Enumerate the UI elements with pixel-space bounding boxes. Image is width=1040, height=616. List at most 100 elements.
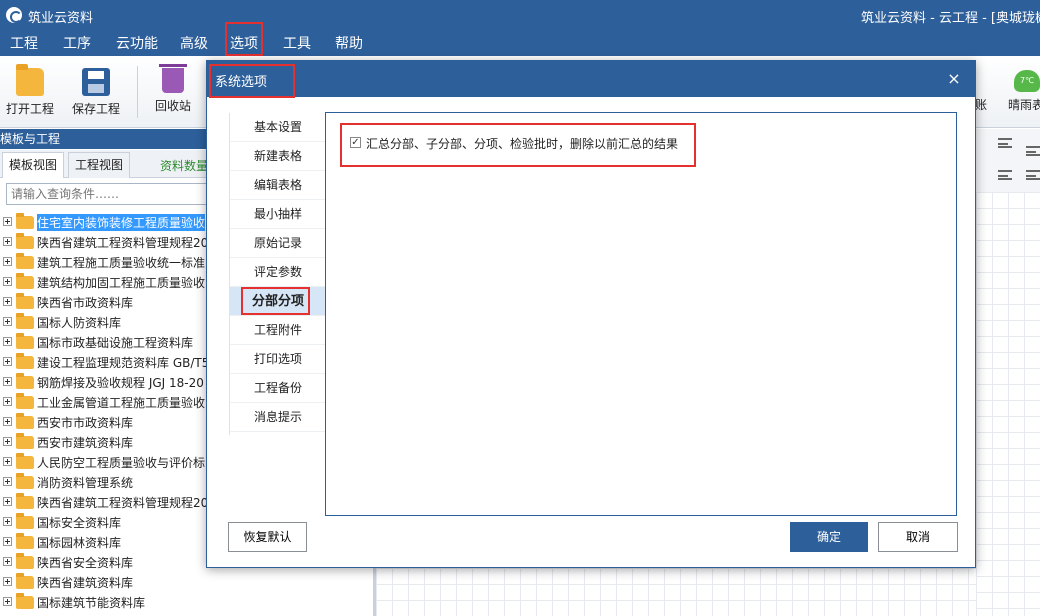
expand-icon[interactable] bbox=[3, 317, 12, 326]
cancel-button[interactable]: 取消 bbox=[878, 522, 958, 552]
folder-icon bbox=[16, 213, 34, 229]
expand-icon[interactable] bbox=[3, 237, 12, 246]
expand-icon[interactable] bbox=[3, 277, 12, 286]
nav-item-min-sampling[interactable]: 最小抽样 bbox=[230, 200, 326, 229]
tree-item-label: 国标安全资料库 bbox=[37, 516, 122, 530]
open-project-button[interactable]: 打开工程 bbox=[0, 64, 60, 117]
save-icon bbox=[82, 68, 110, 96]
nav-item-attachments[interactable]: 工程附件 bbox=[230, 316, 326, 345]
save-project-button[interactable]: 保存工程 bbox=[66, 68, 126, 117]
canvas-grid bbox=[976, 192, 1040, 616]
tree-item-label: 陕西省建筑工程资料管理规程20 bbox=[37, 496, 207, 510]
menu-process[interactable]: 工序 bbox=[63, 33, 91, 53]
tab-project-view[interactable]: 工程视图 bbox=[68, 152, 131, 178]
trash-icon bbox=[159, 64, 187, 93]
menu-tools[interactable]: 工具 bbox=[283, 33, 311, 53]
dialog-header: 系统选项 × bbox=[207, 61, 975, 97]
nav-item-basic-settings[interactable]: 基本设置 bbox=[230, 113, 326, 142]
expand-icon[interactable] bbox=[3, 537, 12, 546]
weather-icon[interactable]: 7℃ bbox=[1014, 70, 1040, 92]
expand-icon[interactable] bbox=[3, 337, 12, 346]
menu-cloud[interactable]: 云功能 bbox=[116, 33, 158, 53]
menu-project[interactable]: 工程 bbox=[10, 33, 38, 53]
folder-icon bbox=[16, 333, 34, 349]
align-center-icon[interactable] bbox=[1026, 170, 1040, 180]
nav-active-highlight bbox=[241, 287, 310, 315]
tree-item-label: 工业金属管道工程施工质量验收 bbox=[37, 396, 206, 410]
recycle-bin-button[interactable]: 回收站 bbox=[143, 64, 203, 114]
folder-icon bbox=[16, 233, 34, 249]
expand-icon[interactable] bbox=[3, 217, 12, 226]
tab-template-view[interactable]: 模板视图 bbox=[2, 152, 65, 178]
folder-icon bbox=[16, 353, 34, 369]
expand-icon[interactable] bbox=[3, 437, 12, 446]
tree-item-label: 住宅室内装饰装修工程质量验收 bbox=[37, 214, 206, 231]
tree-item[interactable]: 陕西省建筑资料库 bbox=[0, 572, 373, 592]
nav-item-new-table[interactable]: 新建表格 bbox=[230, 142, 326, 171]
nav-item-print-options[interactable]: 打印选项 bbox=[230, 345, 326, 374]
expand-icon[interactable] bbox=[3, 417, 12, 426]
title-bar: 筑业云资料 筑业云资料 - 云工程 - [奥城珑樾 bbox=[0, 0, 1040, 30]
toolbar-partial-label[interactable]: 账 bbox=[975, 96, 987, 113]
nav-item-evaluation-params[interactable]: 评定参数 bbox=[230, 258, 326, 287]
tree-item-label: 建筑工程施工质量验收统一标准 bbox=[37, 256, 206, 270]
nav-item-backup[interactable]: 工程备份 bbox=[230, 374, 326, 403]
option-highlight bbox=[340, 123, 696, 167]
options-nav: 基本设置 新建表格 编辑表格 最小抽样 原始记录 评定参数 分部分项 工程附件 … bbox=[229, 113, 326, 435]
save-project-label: 保存工程 bbox=[71, 102, 120, 116]
tree-item-label: 国标人防资料库 bbox=[37, 316, 122, 330]
align-right-icon[interactable] bbox=[1026, 146, 1040, 156]
toolbar-separator bbox=[137, 66, 138, 118]
tree-item[interactable]: 国标建筑节能资料库 bbox=[0, 592, 373, 612]
nav-item-raw-records[interactable]: 原始记录 bbox=[230, 229, 326, 258]
expand-icon[interactable] bbox=[3, 357, 12, 366]
expand-icon[interactable] bbox=[3, 497, 12, 506]
folder-icon bbox=[16, 413, 34, 429]
folder-icon bbox=[16, 513, 34, 529]
expand-icon[interactable] bbox=[3, 517, 12, 526]
folder-icon bbox=[16, 493, 34, 509]
expand-icon[interactable] bbox=[3, 457, 12, 466]
tree-item-label: 国标园林资料库 bbox=[37, 536, 122, 550]
expand-icon[interactable] bbox=[3, 577, 12, 586]
expand-icon[interactable] bbox=[3, 397, 12, 406]
tree-item-label: 人民防空工程质量验收与评价标 bbox=[37, 456, 206, 470]
canvas-grid-bottom bbox=[376, 568, 976, 616]
nav-item-edit-table[interactable]: 编辑表格 bbox=[230, 171, 326, 200]
folder-icon bbox=[16, 573, 34, 589]
tree-item-label: 国标建筑节能资料库 bbox=[37, 596, 146, 610]
tree-item-label: 建筑结构加固工程施工质量验收 bbox=[37, 276, 206, 290]
menu-bar: 工程 工序 云功能 高级 选项 工具 帮助 bbox=[0, 30, 1040, 56]
folder-icon bbox=[16, 533, 34, 549]
dialog-title-highlight bbox=[209, 64, 295, 98]
expand-icon[interactable] bbox=[3, 297, 12, 306]
window-title: 筑业云资料 - 云工程 - [奥城珑樾 bbox=[861, 11, 1040, 26]
app-logo-icon bbox=[6, 7, 22, 23]
menu-advanced[interactable]: 高级 bbox=[180, 33, 208, 53]
tree-item-label: 钢筋焊接及验收规程 JGJ 18-20 bbox=[37, 376, 204, 390]
tree-item-label: 陕西省建筑工程资料管理规程20 bbox=[37, 236, 207, 250]
align-left-icon[interactable] bbox=[998, 138, 1012, 148]
tree-item-label: 消防资料管理系统 bbox=[37, 476, 134, 490]
data-count-label: 资料数量 bbox=[160, 159, 209, 173]
weather-label[interactable]: 晴雨表 bbox=[1008, 96, 1040, 113]
app-title: 筑业云资料 bbox=[28, 11, 94, 26]
ok-button[interactable]: 确定 bbox=[790, 522, 868, 552]
folder-icon bbox=[16, 553, 34, 569]
open-project-label: 打开工程 bbox=[5, 102, 54, 116]
align-justify-icon[interactable] bbox=[998, 170, 1012, 180]
folder-icon bbox=[16, 453, 34, 469]
expand-icon[interactable] bbox=[3, 597, 12, 606]
nav-item-notifications[interactable]: 消息提示 bbox=[230, 403, 326, 432]
expand-icon[interactable] bbox=[3, 477, 12, 486]
expand-icon[interactable] bbox=[3, 377, 12, 386]
expand-icon[interactable] bbox=[3, 257, 12, 266]
menu-help[interactable]: 帮助 bbox=[335, 33, 363, 53]
close-icon[interactable]: × bbox=[944, 69, 964, 89]
tree-item-label: 西安市建筑资料库 bbox=[37, 436, 134, 450]
restore-default-button[interactable]: 恢复默认 bbox=[228, 522, 307, 552]
system-options-dialog: 系统选项 × 基本设置 新建表格 编辑表格 最小抽样 原始记录 评定参数 分部分… bbox=[206, 60, 976, 568]
folder-icon bbox=[16, 273, 34, 289]
expand-icon[interactable] bbox=[3, 557, 12, 566]
folder-icon bbox=[16, 393, 34, 409]
